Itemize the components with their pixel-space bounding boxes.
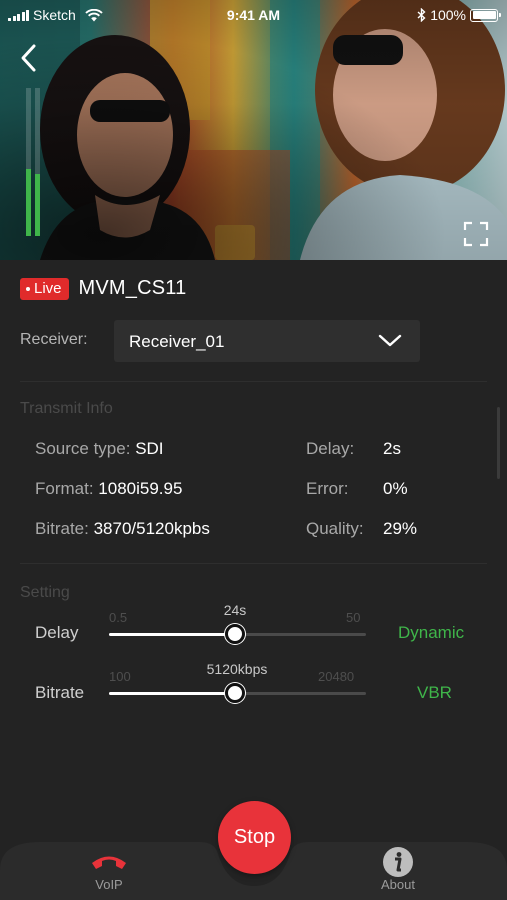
stream-title-row: Live MVM_CS11 [20,277,186,300]
video-preview: Sketch 9:41 AM 100% [0,0,507,260]
device-name: MVM_CS11 [78,277,187,299]
source-type-row: Source type: SDI [35,439,164,459]
format-row: Format: 1080i59.95 [35,479,182,499]
error-value: 0% [383,479,408,498]
bitrate-max: 20480 [318,669,355,684]
delay-slider-fill [109,633,235,636]
bitrate-slider-thumb[interactable] [224,683,245,703]
delay-setting-label: Delay [35,623,79,642]
info-icon [383,847,413,877]
bitrate-info-label: Bitrate: [35,519,89,538]
live-dot-icon [26,286,30,291]
divider [20,381,487,382]
delay-slider-thumb[interactable] [224,624,245,644]
phone-icon [92,856,126,869]
quality-row: Quality: [306,519,364,539]
source-type-label: Source type: [35,439,131,458]
bitrate-row: Bitrate: 3870/5120kpbs [35,519,210,539]
delay-current: 24s [223,602,247,618]
battery-percent: 100% [430,7,466,23]
live-badge: Live [20,277,69,300]
receiver-value: Receiver_01 [129,332,225,351]
bitrate-slider[interactable] [109,683,366,703]
format-value: 1080i59.95 [98,479,183,498]
source-type-value: SDI [135,439,164,458]
bluetooth-icon [417,8,426,22]
delay-info-row: Delay: [306,439,354,459]
bitrate-min: 100 [109,669,131,684]
audio-level-meter [26,88,44,236]
error-label: Error: [306,479,349,498]
error-value-cell: 0% [383,479,408,499]
delay-info-value-cell: 2s [383,439,401,459]
live-badge-label: Live [34,279,62,297]
error-row: Error: [306,479,349,499]
receiver-label: Receiver: [20,331,88,348]
transmit-info-title: Transmit Info [20,400,113,417]
quality-value-cell: 29% [383,519,417,539]
status-bar: Sketch 9:41 AM 100% [0,0,507,30]
back-icon[interactable] [14,40,44,76]
delay-slider[interactable] [109,624,366,644]
format-label: Format: [35,479,94,498]
fullscreen-icon[interactable] [462,220,490,248]
voip-tab[interactable]: VoIP [54,842,164,900]
delay-info-value: 2s [383,439,401,458]
receiver-dropdown[interactable]: Receiver_01 [114,320,420,362]
divider [20,563,487,564]
chevron-down-icon [378,334,402,347]
delay-mode[interactable]: Dynamic [398,623,464,643]
stop-button[interactable]: Stop [218,801,291,874]
battery-icon [470,8,501,22]
about-tab[interactable]: About [343,842,453,900]
quality-label: Quality: [306,519,364,538]
quality-value: 29% [383,519,418,538]
delay-min: 0.5 [109,610,128,625]
delay-info-label: Delay: [306,439,355,458]
delay-max: 50 [346,610,361,625]
about-label: About [381,877,415,892]
audio-level-left [26,169,31,236]
voip-label: VoIP [95,877,123,892]
setting-title: Setting [20,584,70,601]
bitrate-info-value: 3870/5120kpbs [93,519,210,538]
bitrate-slider-fill [109,692,235,695]
audio-level-right [35,173,40,236]
scrollbar[interactable] [497,407,500,479]
bitrate-current: 5120kbps [206,661,268,677]
bitrate-mode[interactable]: VBR [417,683,452,703]
bitrate-setting-label: Bitrate [35,683,85,702]
